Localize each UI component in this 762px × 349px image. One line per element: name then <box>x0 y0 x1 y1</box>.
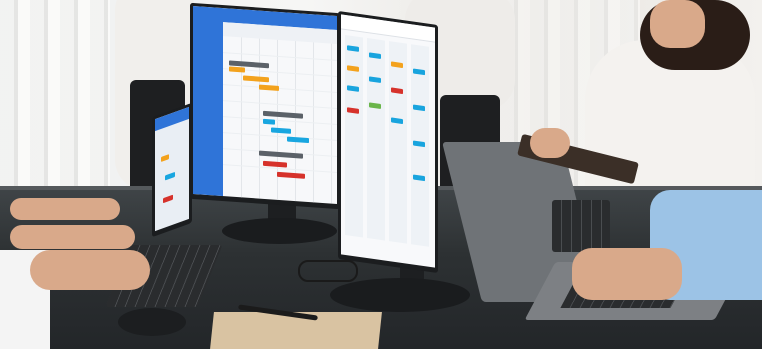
right-monitor-base <box>330 278 470 312</box>
left-monitor <box>190 2 340 210</box>
gantt-task-bar <box>229 66 245 73</box>
woman-hand <box>530 128 570 158</box>
mouse <box>118 308 186 336</box>
right-monitor-screen <box>341 14 435 268</box>
right-hand <box>572 248 682 300</box>
woman-face <box>650 0 705 48</box>
glasses <box>298 260 358 282</box>
curtain-left <box>0 0 110 200</box>
gantt-sidebar <box>193 5 223 197</box>
office-photo <box>0 0 762 349</box>
gantt-task-bar <box>263 118 275 125</box>
kanban-column <box>367 38 385 241</box>
left-hand-lower <box>30 250 150 290</box>
left-hand-upper <box>10 198 120 220</box>
left-monitor-screen <box>193 5 337 205</box>
left-hand-middle <box>10 225 135 249</box>
right-monitor <box>338 10 438 274</box>
left-laptop-screen <box>152 102 192 238</box>
kanban-column <box>389 41 407 244</box>
left-monitor-base <box>222 218 337 244</box>
back-keyboard <box>552 200 610 252</box>
